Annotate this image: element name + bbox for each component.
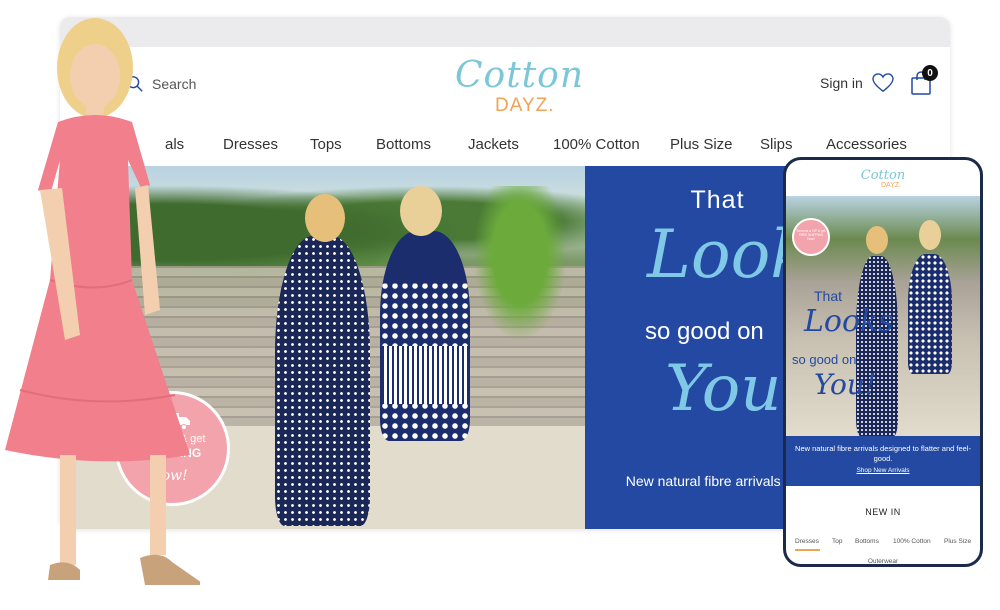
mobile-logo-word: DAYZ. — [881, 182, 902, 189]
mobile-logo-script: Cotton — [860, 168, 906, 183]
heart-icon[interactable] — [872, 73, 894, 93]
model-pink-dress — [5, 18, 200, 585]
logo-script-text: Cotton — [455, 55, 585, 96]
mobile-tab-bottoms[interactable]: Bottoms — [855, 538, 879, 545]
mobile-tab-dresses[interactable]: Dresses — [795, 538, 819, 545]
brand-logo[interactable]: Cotton DAYZ. — [455, 55, 583, 121]
mobile-headline-so-good-on: so good on — [792, 352, 857, 367]
model-left-polka-dress — [275, 236, 370, 526]
mobile-promo-strip: New natural fibre arrivals designed to f… — [786, 436, 980, 486]
mobile-phone-frame: Cotton DAYZ. Become a VIP & get FREE SHI… — [783, 157, 983, 567]
cart-count-badge: 0 — [922, 65, 938, 81]
mobile-section-title: NEW IN — [865, 507, 901, 517]
mobile-model-right-head — [919, 220, 941, 250]
mobile-vip-promo-badge[interactable]: Become a VIP & get FREE SHIPPING Now! — [792, 218, 830, 256]
nav-item-jackets[interactable]: Jackets — [468, 136, 519, 153]
nav-item-accessories[interactable]: Accessories — [826, 136, 907, 153]
headline-so-good-on: so good on — [645, 318, 764, 345]
nav-item-tops[interactable]: Tops — [310, 136, 342, 153]
mobile-subline: New natural fibre arrivals designed to f… — [795, 444, 971, 463]
sign-in-link[interactable]: Sign in — [820, 75, 863, 91]
mobile-headline-that: That — [814, 288, 843, 304]
model-right-tiered-dress — [380, 231, 470, 441]
mobile-model-left-head — [866, 226, 888, 254]
model-right-stripe-tier — [382, 346, 468, 404]
nav-item-slips[interactable]: Slips — [760, 136, 793, 153]
mobile-headline-you: You! — [814, 368, 877, 401]
mobile-headline-looks: Looks — [804, 304, 894, 339]
mobile-tab-100-cotton[interactable]: 100% Cotton — [893, 538, 931, 545]
logo-word-text: DAYZ. — [495, 95, 555, 116]
mobile-shop-new-arrivals-link[interactable]: Shop New Arrivals — [786, 467, 980, 474]
mobile-tab-plus-size[interactable]: Plus Size — [944, 538, 971, 545]
mobile-tab-outerwear[interactable]: Outerwear — [786, 558, 980, 564]
plant-foliage — [465, 186, 575, 356]
nav-item-dresses[interactable]: Dresses — [223, 136, 278, 153]
nav-item-100-cotton[interactable]: 100% Cotton — [553, 136, 640, 153]
mobile-model-left — [856, 256, 898, 436]
nav-item-plus-size[interactable]: Plus Size — [670, 136, 733, 153]
mobile-brand-logo[interactable]: Cotton DAYZ. — [786, 166, 980, 194]
mobile-vip-promo-text: Become a VIP & get FREE SHIPPING Now! — [796, 229, 826, 241]
mobile-active-tab-indicator — [795, 549, 820, 551]
model-left-head — [305, 194, 345, 242]
mobile-model-right — [908, 254, 952, 374]
mobile-hero-photo[interactable]: Become a VIP & get FREE SHIPPING Now! Th… — [786, 196, 980, 436]
nav-item-bottoms[interactable]: Bottoms — [376, 136, 431, 153]
mobile-tab-top[interactable]: Top — [832, 538, 842, 545]
model-right-head — [400, 186, 442, 236]
